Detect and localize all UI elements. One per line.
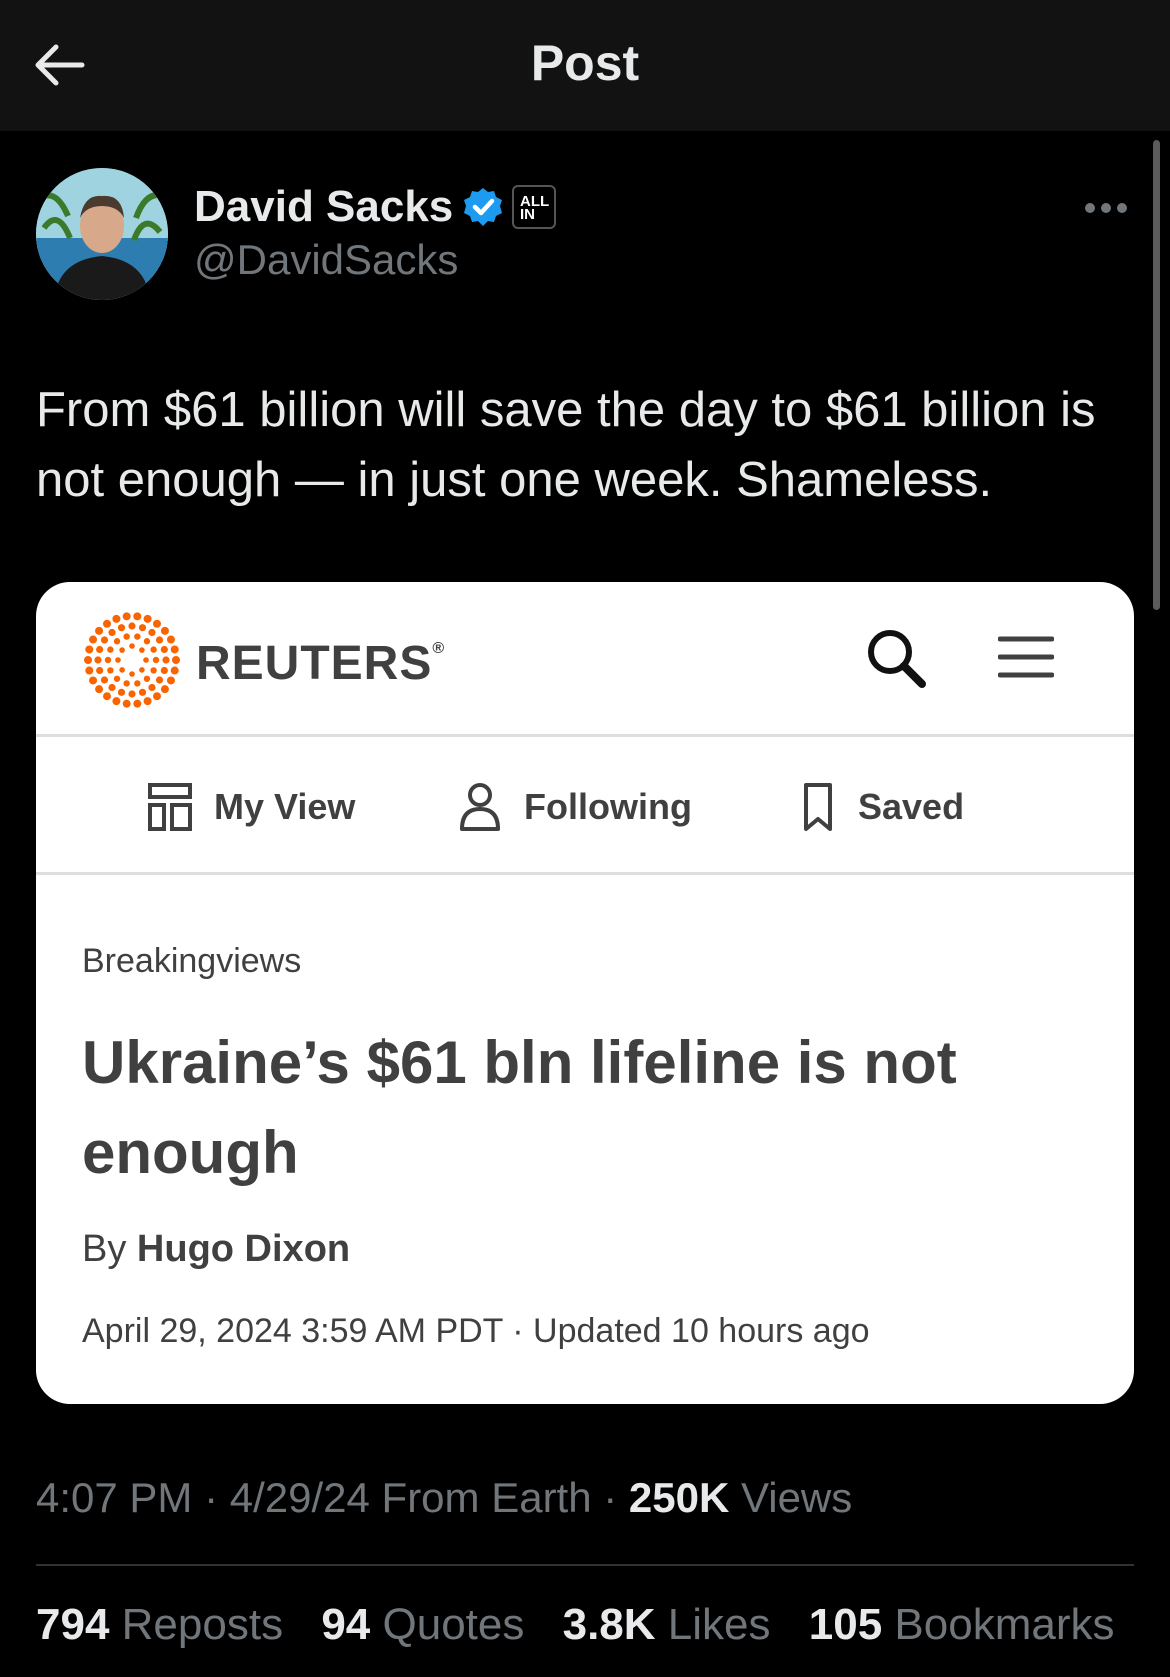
quotes-stat[interactable]: 94 Quotes (321, 1600, 524, 1649)
engagement-stats: 794 Reposts 94 Quotes 3.8K Likes 105 Boo… (36, 1600, 1140, 1650)
article-kicker: Breakingviews (82, 942, 302, 980)
reuters-wordmark: REUTERS® (196, 637, 446, 690)
likes-stat[interactable]: 3.8K Likes (563, 1600, 771, 1649)
page-title: Post (530, 35, 640, 91)
article-byline: By Hugo Dixon (82, 1228, 351, 1270)
nav-following[interactable]: Following (456, 772, 692, 842)
divider (36, 872, 1134, 875)
article-headline: Ukraine’s $61 bln lifeline is not enough (82, 1029, 957, 1186)
author-name[interactable]: David Sacks (194, 182, 453, 232)
bookmark-icon (804, 783, 832, 831)
more-options-icon[interactable] (1082, 198, 1130, 218)
embedded-image-card[interactable]: REUTERS® My View Following Saved Breakin… (36, 582, 1134, 1404)
nav-my-view[interactable]: My View (146, 772, 355, 842)
article-dateline: April 29, 2024 3:59 AM PDT · Updated 10 … (82, 1312, 870, 1350)
top-bar: Post (0, 0, 1170, 131)
article-author: Hugo Dixon (136, 1228, 351, 1270)
avatar[interactable] (36, 168, 168, 300)
affiliate-badge[interactable]: ALL IN (512, 185, 556, 229)
nav-saved[interactable]: Saved (798, 772, 964, 842)
post-timestamp: 4:07 PM · 4/29/24 From Earth · (36, 1474, 618, 1521)
verified-badge-icon[interactable] (462, 186, 504, 228)
hamburger-menu-icon[interactable] (998, 634, 1054, 680)
reuters-logo-icon (84, 612, 180, 708)
views-count[interactable]: 250K (629, 1474, 729, 1521)
layout-icon (148, 783, 192, 831)
divider (36, 734, 1134, 737)
views-label: Views (740, 1474, 853, 1521)
bookmarks-stat[interactable]: 105 Bookmarks (809, 1600, 1115, 1649)
divider (36, 1564, 1134, 1566)
person-icon (460, 783, 500, 831)
scrollbar[interactable] (1153, 140, 1160, 610)
reposts-stat[interactable]: 794 Reposts (36, 1600, 283, 1649)
search-icon[interactable] (864, 626, 928, 690)
post-meta: 4:07 PM · 4/29/24 From Earth · 250K View… (36, 1474, 852, 1522)
author-handle[interactable]: @DavidSacks (194, 236, 458, 284)
post-text: From $61 billion will save the day to $6… (36, 383, 1096, 507)
